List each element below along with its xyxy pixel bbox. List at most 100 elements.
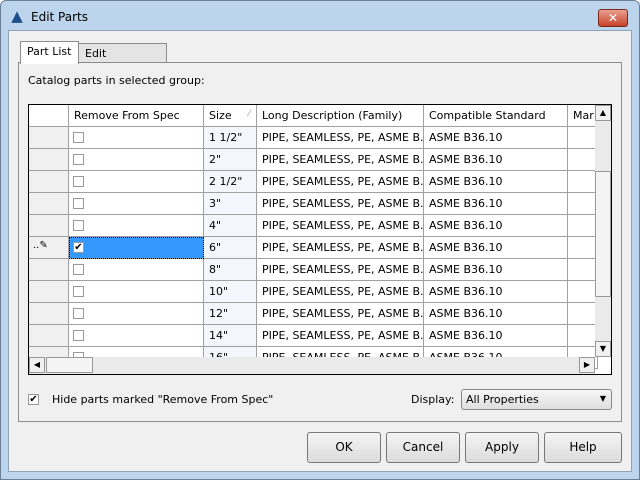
mar-cell[interactable] — [568, 149, 598, 171]
tab-part-list[interactable]: Part List — [20, 41, 79, 64]
standard-cell[interactable]: ASME B36.10 — [424, 281, 568, 303]
chevron-down-icon: ▼ — [599, 394, 606, 403]
remove-from-spec-cell[interactable] — [69, 303, 204, 325]
remove-checkbox[interactable] — [73, 286, 84, 297]
close-button[interactable]: ✕ — [598, 9, 628, 27]
remove-from-spec-cell[interactable] — [69, 193, 204, 215]
remove-checkbox[interactable] — [73, 308, 84, 319]
description-cell[interactable]: PIPE, SEAMLESS, PE, ASME B... — [257, 237, 424, 259]
standard-cell[interactable]: ASME B36.10 — [424, 193, 568, 215]
row-header[interactable] — [29, 193, 69, 215]
remove-from-spec-cell[interactable] — [69, 127, 204, 149]
description-cell[interactable]: PIPE, SEAMLESS, PE, ASME B... — [257, 215, 424, 237]
row-header[interactable] — [29, 303, 69, 325]
column-header-mar[interactable]: Mar — [568, 105, 598, 127]
row-header[interactable] — [29, 281, 69, 303]
remove-checkbox[interactable] — [73, 154, 84, 165]
mar-cell[interactable] — [568, 193, 598, 215]
help-button[interactable]: Help — [544, 432, 622, 463]
remove-checkbox[interactable] — [73, 198, 84, 209]
standard-cell[interactable]: ASME B36.10 — [424, 259, 568, 281]
size-cell[interactable]: 6" — [204, 237, 257, 259]
remove-checkbox[interactable] — [73, 264, 84, 275]
display-value: All Properties — [466, 393, 539, 406]
remove-checkbox[interactable]: ✔ — [73, 242, 84, 253]
description-cell[interactable]: PIPE, SEAMLESS, PE, ASME B... — [257, 281, 424, 303]
horizontal-scroll-thumb[interactable] — [46, 357, 93, 373]
row-header[interactable] — [29, 325, 69, 347]
remove-checkbox[interactable] — [73, 330, 84, 341]
mar-cell[interactable] — [568, 171, 598, 193]
parts-grid: Remove From Spec Size ⁄ Long Description … — [28, 104, 612, 375]
window-title: Edit Parts — [31, 10, 88, 24]
description-cell[interactable]: PIPE, SEAMLESS, PE, ASME B... — [257, 325, 424, 347]
size-cell[interactable]: 12" — [204, 303, 257, 325]
column-header-description[interactable]: Long Description (Family) — [257, 105, 424, 127]
column-header-standard[interactable]: Compatible Standard — [424, 105, 568, 127]
remove-from-spec-cell[interactable] — [69, 215, 204, 237]
mar-cell[interactable] — [568, 303, 598, 325]
sort-icon: ⁄ — [248, 109, 250, 119]
size-cell[interactable]: 10" — [204, 281, 257, 303]
vertical-scrollbar[interactable]: ▲ ▼ — [595, 105, 611, 357]
size-cell[interactable]: 3" — [204, 193, 257, 215]
standard-cell[interactable]: ASME B36.10 — [424, 303, 568, 325]
size-cell[interactable]: 4" — [204, 215, 257, 237]
mar-cell[interactable] — [568, 215, 598, 237]
standard-cell[interactable]: ASME B36.10 — [424, 149, 568, 171]
mar-cell[interactable] — [568, 281, 598, 303]
description-cell[interactable]: PIPE, SEAMLESS, PE, ASME B... — [257, 193, 424, 215]
size-cell[interactable]: 14" — [204, 325, 257, 347]
remove-from-spec-cell[interactable] — [69, 149, 204, 171]
standard-cell[interactable]: ASME B36.10 — [424, 171, 568, 193]
hide-parts-label: Hide parts marked "Remove From Spec" — [52, 393, 274, 406]
remove-checkbox[interactable] — [73, 220, 84, 231]
remove-from-spec-cell[interactable] — [69, 259, 204, 281]
description-cell[interactable]: PIPE, SEAMLESS, PE, ASME B... — [257, 149, 424, 171]
apply-button[interactable]: Apply — [465, 432, 539, 463]
cancel-button[interactable]: Cancel — [386, 432, 460, 463]
size-cell[interactable]: 2 1/2" — [204, 171, 257, 193]
mar-cell[interactable] — [568, 127, 598, 149]
mar-cell[interactable] — [568, 259, 598, 281]
scroll-up-icon[interactable]: ▲ — [595, 105, 611, 121]
description-cell[interactable]: PIPE, SEAMLESS, PE, ASME B... — [257, 171, 424, 193]
mar-cell[interactable] — [568, 237, 598, 259]
remove-from-spec-cell[interactable]: ✔ — [69, 237, 204, 259]
description-cell[interactable]: PIPE, SEAMLESS, PE, ASME B... — [257, 303, 424, 325]
scroll-right-icon[interactable]: ▶ — [579, 357, 595, 373]
size-cell[interactable]: 1 1/2" — [204, 127, 257, 149]
display-dropdown[interactable]: All Properties ▼ — [461, 389, 612, 410]
standard-cell[interactable]: ASME B36.10 — [424, 127, 568, 149]
vertical-scroll-thumb[interactable] — [595, 171, 611, 297]
remove-checkbox[interactable] — [73, 176, 84, 187]
remove-from-spec-cell[interactable] — [69, 325, 204, 347]
row-header[interactable] — [29, 215, 69, 237]
standard-cell[interactable]: ASME B36.10 — [424, 237, 568, 259]
standard-cell[interactable]: ASME B36.10 — [424, 325, 568, 347]
remove-from-spec-cell[interactable] — [69, 171, 204, 193]
row-header[interactable]: ..✎ — [29, 237, 69, 259]
scroll-down-icon[interactable]: ▼ — [595, 341, 611, 357]
description-cell[interactable]: PIPE, SEAMLESS, PE, ASME B... — [257, 259, 424, 281]
column-header-size[interactable]: Size ⁄ — [204, 105, 257, 127]
mar-cell[interactable] — [568, 325, 598, 347]
row-header[interactable] — [29, 149, 69, 171]
row-header[interactable] — [29, 259, 69, 281]
size-cell[interactable]: 8" — [204, 259, 257, 281]
row-header-corner — [29, 105, 69, 127]
size-cell[interactable]: 2" — [204, 149, 257, 171]
remove-from-spec-cell[interactable] — [69, 281, 204, 303]
column-header-remove[interactable]: Remove From Spec — [69, 105, 204, 127]
ok-button[interactable]: OK — [307, 432, 381, 463]
hide-parts-checkbox[interactable]: ✔ — [28, 394, 39, 405]
autocad-logo-icon: ▲ — [11, 7, 23, 25]
description-cell[interactable]: PIPE, SEAMLESS, PE, ASME B... — [257, 127, 424, 149]
row-header[interactable] — [29, 171, 69, 193]
scroll-left-icon[interactable]: ◀ — [29, 357, 45, 373]
horizontal-scrollbar[interactable]: ◀ ▶ — [29, 357, 595, 374]
row-header[interactable] — [29, 127, 69, 149]
tab-edit-properties[interactable]: Edit Properties — [78, 43, 167, 73]
standard-cell[interactable]: ASME B36.10 — [424, 215, 568, 237]
remove-checkbox[interactable] — [73, 132, 84, 143]
